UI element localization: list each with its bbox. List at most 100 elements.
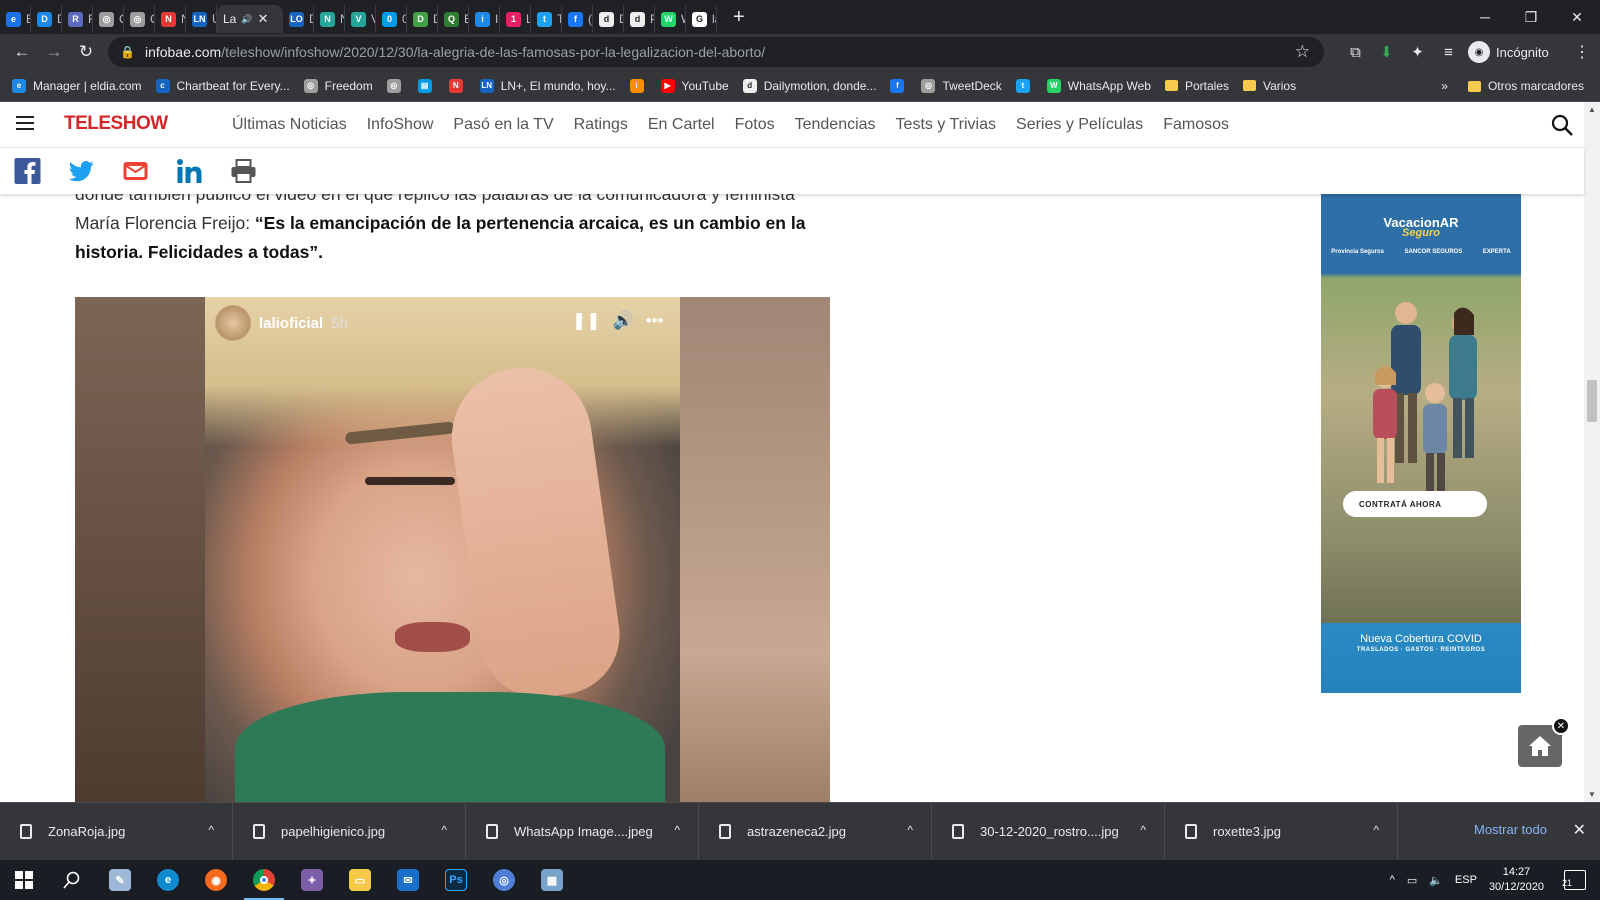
taskbar-app-browser[interactable]: ◎ [480,860,528,900]
volume-tray-icon[interactable]: 🔈 [1429,874,1443,887]
site-nav-link[interactable]: Tests y Trivias [896,116,996,134]
bookmark-item[interactable]: f [890,78,911,93]
bookmark-item[interactable]: i [629,78,651,93]
download-options-chevron-icon[interactable]: ^ [907,823,913,837]
bookmark-item[interactable]: ◎ [386,78,408,93]
bookmarks-overflow-button[interactable]: » [1441,79,1448,93]
start-button[interactable] [0,860,48,900]
show-all-downloads-link[interactable]: Mostrar todo [1474,822,1547,837]
bookmark-item[interactable]: c Chartbeat for Every... [155,78,290,93]
download-item[interactable]: roxette3.jpg ^ [1165,802,1398,861]
search-taskbar-button[interactable] [48,860,96,900]
facebook-icon[interactable] [14,158,41,184]
close-tab-icon[interactable]: ✕ [258,11,269,27]
download-options-chevron-icon[interactable]: ^ [208,823,214,837]
browser-tab[interactable]: La 🔊 ✕ [217,5,283,33]
bookmark-item[interactable]: W WhatsApp Web [1046,78,1151,93]
linkedin-icon[interactable] [176,158,203,184]
scroll-down-arrow-icon[interactable]: ▼ [1588,790,1596,799]
site-nav-link[interactable]: Fotos [735,116,775,134]
story-avatar[interactable] [215,305,251,341]
story-username[interactable]: lalioficial [259,315,323,332]
input-language[interactable]: ESP [1455,874,1477,886]
pause-icon[interactable]: ❚❚ [572,311,601,331]
browser-tab[interactable]: 0022 [376,5,407,33]
extensions-icon[interactable]: ✦ [1402,43,1433,61]
close-downloads-icon[interactable]: ✕ [1573,820,1586,840]
taskbar-app-firefox[interactable]: ◉ [192,860,240,900]
email-icon[interactable] [122,158,149,184]
tab-audio-icon[interactable]: 🔊 [241,14,252,25]
bookmark-item[interactable]: LN LN+, El mundo, hoy... [479,78,616,93]
scroll-up-arrow-icon[interactable]: ▲ [1588,105,1596,114]
site-nav-link[interactable]: Ratings [574,116,628,134]
new-tab-button[interactable]: + [733,6,745,29]
download-item[interactable]: ZonaRoja.jpg ^ [0,802,233,861]
teleshow-logo[interactable]: TELESHOW [64,113,168,135]
bookmark-item[interactable]: ◎ TweetDeck [921,78,1002,93]
restore-button[interactable]: ❐ [1508,0,1554,34]
download-options-chevron-icon[interactable]: ^ [441,823,447,837]
minimize-button[interactable]: ─ [1462,0,1508,34]
page-scrollbar[interactable]: ▲ ▼ [1584,102,1600,802]
ad-cta-button[interactable]: CONTRATÁ AHORA [1343,491,1487,517]
download-item[interactable]: 30-12-2020_rostro....jpg ^ [932,802,1165,861]
other-bookmarks-folder[interactable]: Otros marcadores [1467,79,1584,93]
bookmark-item[interactable]: ▤ [417,78,439,93]
browser-tab[interactable]: LODiar [283,5,314,33]
advertisement-banner[interactable]: VacacionAR Seguro Provincia Seguros SANCO… [1321,193,1521,693]
browser-tab[interactable]: eEdit [0,5,31,33]
taskbar-app-photoshop[interactable]: Ps [432,860,480,900]
more-options-icon[interactable]: ••• [646,311,664,331]
browser-tab[interactable]: WWh [655,5,686,33]
browser-tab[interactable]: ◎Cab [124,5,155,33]
hamburger-menu-icon[interactable] [16,116,34,130]
bookmark-item[interactable]: Varios [1242,79,1296,93]
site-nav-link[interactable]: En Cartel [648,116,715,134]
taskbar-app-paint[interactable]: ✎ [96,860,144,900]
browser-tab[interactable]: QEdit [438,5,469,33]
taskbar-app-explorer[interactable]: ▭ [336,860,384,900]
bookmark-item[interactable]: N [448,78,470,93]
site-nav-link[interactable]: Últimas Noticias [232,116,347,134]
site-nav-link[interactable]: Series y Películas [1016,116,1143,134]
site-nav-link[interactable]: Tendencias [795,116,876,134]
site-nav-link[interactable]: Famosos [1163,116,1229,134]
address-bar[interactable]: 🔒 infobae.com/teleshow/infoshow/2020/12/… [108,37,1324,67]
close-window-button[interactable]: ✕ [1554,0,1600,34]
back-button[interactable]: ← [6,36,38,68]
browser-tab[interactable]: LNÚlti [186,5,217,33]
taskbar-app-visual-studio[interactable]: ✦ [288,860,336,900]
search-icon[interactable] [1550,113,1574,137]
browser-tab[interactable]: VVac [345,5,376,33]
translate-icon[interactable]: ⧉ [1340,44,1371,61]
browser-menu-icon[interactable]: ⋮ [1574,42,1590,62]
download-options-chevron-icon[interactable]: ^ [1140,823,1146,837]
browser-tab[interactable]: NNot [155,5,186,33]
tray-chevron-icon[interactable]: ^ [1390,874,1395,886]
browser-tab[interactable]: iInfo [469,5,500,33]
close-home-button[interactable]: ✕ [1552,717,1570,735]
forward-button[interactable]: → [38,36,70,68]
browser-tab[interactable]: dPart [624,5,655,33]
download-options-chevron-icon[interactable]: ^ [1373,823,1379,837]
browser-tab[interactable]: tTwe [531,5,562,33]
site-nav-link[interactable]: Pasó en la TV [453,116,553,134]
bookmark-item[interactable]: d Dailymotion, donde... [742,78,876,93]
taskbar-app-chrome[interactable] [240,860,288,900]
reload-button[interactable]: ↻ [70,36,102,68]
browser-tab[interactable]: f(1) I [562,5,593,33]
browser-tab[interactable]: NNot [314,5,345,33]
notification-center-icon[interactable]: 21 [1562,870,1586,890]
volume-icon[interactable]: 🔊 [613,311,634,331]
network-icon[interactable]: ▭ [1407,874,1417,887]
taskbar-app-edge[interactable]: e [144,860,192,900]
taskbar-app-calculator[interactable]: ▦ [528,860,576,900]
taskbar-app-mail[interactable]: ✉ [384,860,432,900]
incognito-profile-button[interactable]: ◉ Incógnito [1468,38,1549,66]
download-item[interactable]: papelhigienico.jpg ^ [233,802,466,861]
site-nav-link[interactable]: InfoShow [367,116,434,134]
download-options-chevron-icon[interactable]: ^ [674,823,680,837]
media-queue-icon[interactable]: ≡ [1433,44,1464,61]
browser-tab[interactable]: Glali [686,5,717,33]
